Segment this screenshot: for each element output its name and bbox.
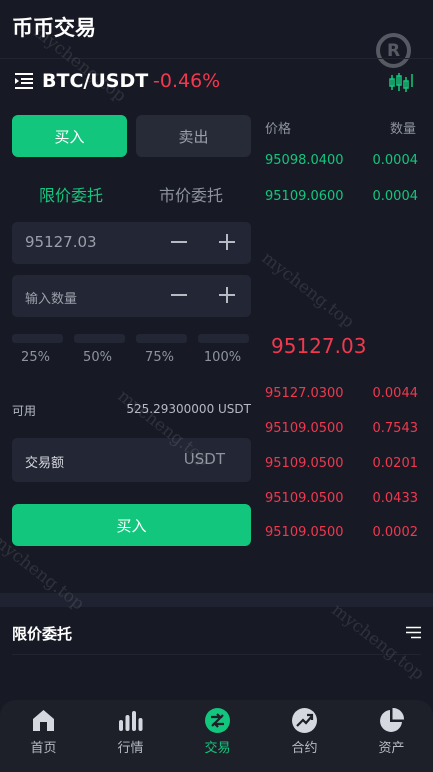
- tab-trade-label: 交易: [204, 741, 231, 756]
- ask-price[interactable]: 95109.0500: [265, 456, 344, 471]
- quantity-input[interactable]: 输入数量: [12, 275, 251, 317]
- orderbook-qty-header: 数量: [390, 122, 417, 137]
- available-label: 可用: [12, 404, 37, 418]
- buy-tab[interactable]: 买入: [12, 115, 127, 157]
- percent-100-bar[interactable]: [198, 334, 249, 343]
- orders-section-title: 限价委托: [12, 625, 73, 643]
- ask-qty: 0.7543: [372, 421, 419, 436]
- tab-market-label: 行情: [117, 741, 144, 756]
- pair-menu-icon[interactable]: [14, 72, 34, 90]
- amount-label: 交易额: [25, 456, 65, 471]
- home-icon: [33, 710, 54, 731]
- tab-home[interactable]: 首页: [0, 700, 87, 772]
- watermark: mycheng.top: [327, 600, 428, 685]
- bottom-tab-bar: 首页 行情 交易 合约 资产: [0, 700, 433, 772]
- tab-assets-label: 资产: [378, 741, 405, 756]
- contract-icon: [292, 708, 317, 733]
- tab-contract-label: 合约: [291, 741, 318, 756]
- ask-price[interactable]: 95109.0500: [265, 525, 344, 540]
- tab-trade[interactable]: 交易: [174, 700, 261, 772]
- quantity-placeholder[interactable]: 输入数量: [25, 288, 77, 307]
- ask-price[interactable]: 95127.0300: [265, 386, 344, 401]
- last-price: 95127.03: [271, 334, 367, 358]
- limit-order-tab[interactable]: 限价委托: [39, 182, 103, 206]
- price-input[interactable]: 95127.03: [12, 222, 251, 264]
- sell-tab[interactable]: 卖出: [136, 115, 251, 157]
- bid-qty: 0.0004: [372, 189, 419, 204]
- price-plus-button[interactable]: [215, 230, 239, 254]
- buy-button[interactable]: 买入: [12, 504, 251, 546]
- ask-qty: 0.0201: [372, 456, 419, 471]
- percent-25-label[interactable]: 25%: [10, 350, 61, 365]
- kline-chart-icon[interactable]: [388, 71, 414, 93]
- percent-50-label[interactable]: 50%: [72, 350, 123, 365]
- orderbook-price-header: 价格: [265, 122, 292, 137]
- bid-qty: 0.0004: [372, 153, 419, 168]
- percent-100-label[interactable]: 100%: [197, 350, 248, 365]
- assets-icon: [380, 707, 405, 732]
- tab-assets[interactable]: 资产: [348, 700, 433, 772]
- order-list-icon[interactable]: [406, 626, 421, 639]
- price-value[interactable]: 95127.03: [25, 233, 97, 251]
- pair-change: -0.46%: [153, 70, 221, 92]
- watermark: mycheng.top: [257, 248, 358, 333]
- ask-qty: 0.0433: [372, 491, 419, 506]
- bid-price[interactable]: 95109.0600: [265, 189, 344, 204]
- trade-icon: [205, 708, 230, 733]
- ask-price[interactable]: 95109.0500: [265, 421, 344, 436]
- market-icon: [119, 711, 143, 731]
- bid-price[interactable]: 95098.0400: [265, 153, 344, 168]
- quantity-plus-button[interactable]: [215, 283, 239, 307]
- percent-75-bar[interactable]: [136, 334, 187, 343]
- percent-50-bar[interactable]: [74, 334, 125, 343]
- tab-contract[interactable]: 合约: [261, 700, 348, 772]
- section-line: [12, 654, 421, 655]
- quantity-minus-button[interactable]: [167, 283, 191, 307]
- ask-price[interactable]: 95109.0500: [265, 491, 344, 506]
- market-order-tab[interactable]: 市价委托: [159, 182, 223, 206]
- price-minus-button[interactable]: [167, 230, 191, 254]
- percent-75-label[interactable]: 75%: [134, 350, 185, 365]
- ask-qty: 0.0044: [372, 386, 419, 401]
- amount-field[interactable]: 交易额 USDT: [12, 438, 251, 482]
- tab-home-label: 首页: [30, 741, 57, 756]
- percent-25-bar[interactable]: [12, 334, 63, 343]
- ask-qty: 0.0002: [372, 525, 419, 540]
- tab-market[interactable]: 行情: [87, 700, 174, 772]
